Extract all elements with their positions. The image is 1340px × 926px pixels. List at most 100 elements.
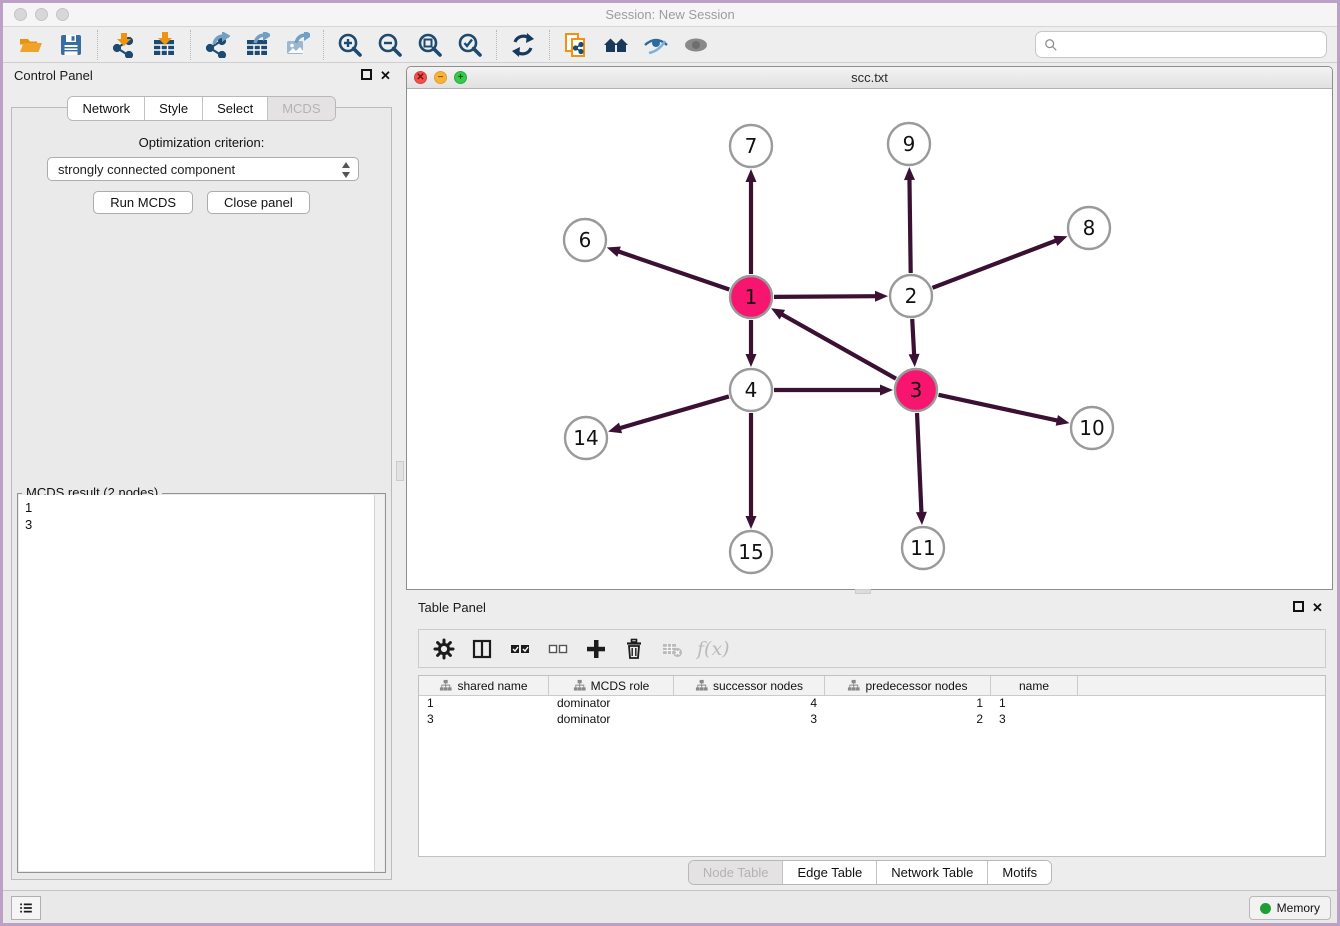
node-9[interactable]: 9 <box>888 123 930 165</box>
export-image-button[interactable] <box>277 29 317 61</box>
column-header-shared-name[interactable]: shared name <box>419 676 549 695</box>
column-header-MCDS-role[interactable]: MCDS role <box>549 676 674 695</box>
table-tab-node-table[interactable]: Node Table <box>689 861 784 884</box>
close-panel-button[interactable]: Close panel <box>207 191 310 214</box>
hide-details-button[interactable] <box>636 29 676 61</box>
column-header-name[interactable]: name <box>991 676 1078 695</box>
memory-button[interactable]: Memory <box>1249 896 1331 920</box>
node-11[interactable]: 11 <box>902 527 944 569</box>
table-tab-edge-table[interactable]: Edge Table <box>783 861 877 884</box>
search-box[interactable] <box>1035 31 1327 58</box>
criterion-select[interactable]: strongly connected component <box>47 157 359 181</box>
node-8[interactable]: 8 <box>1068 207 1110 249</box>
zoom-out-button[interactable] <box>370 29 410 61</box>
zoom-in-button[interactable] <box>330 29 370 61</box>
node-7[interactable]: 7 <box>730 125 772 167</box>
tab-style[interactable]: Style <box>145 97 203 120</box>
edge-1-4[interactable] <box>746 320 757 367</box>
deselect-all-button[interactable] <box>541 633 575 665</box>
edge-1-7[interactable] <box>746 169 757 274</box>
node-10[interactable]: 10 <box>1071 407 1113 449</box>
settings-button[interactable] <box>427 633 461 665</box>
node-3[interactable]: 3 <box>895 369 937 411</box>
node-15[interactable]: 15 <box>730 531 772 573</box>
table-tab-motifs[interactable]: Motifs <box>988 861 1051 884</box>
vertical-splitter[interactable] <box>396 461 404 481</box>
zoom-selected-button[interactable] <box>450 29 490 61</box>
edge-3-1[interactable] <box>771 308 896 378</box>
console-button[interactable] <box>11 896 41 920</box>
control-panel-tabs: NetworkStyleSelectMCDS <box>3 96 400 121</box>
export-network-button[interactable] <box>197 29 237 61</box>
column-label: successor nodes <box>713 679 803 693</box>
cell: dominator <box>549 712 674 728</box>
column-header-successor-nodes[interactable]: successor nodes <box>674 676 825 695</box>
add-button[interactable] <box>579 633 613 665</box>
export-table-button[interactable] <box>237 29 277 61</box>
table-float-icon[interactable] <box>1293 601 1304 612</box>
node-4[interactable]: 4 <box>730 369 772 411</box>
deselect-all-icon <box>547 638 569 660</box>
select-all-icon <box>509 638 531 660</box>
edge-4-14[interactable] <box>608 396 729 433</box>
svg-text:2: 2 <box>905 284 918 308</box>
node-table[interactable]: shared nameMCDS role successor nodes prede… <box>418 675 1326 857</box>
function-builder-icon: f(x) <box>697 638 730 660</box>
columns-button[interactable] <box>465 633 499 665</box>
delete-button[interactable] <box>617 633 651 665</box>
table-tabs: Node TableEdge TableNetwork TableMotifs <box>406 860 1334 885</box>
table-close-icon[interactable]: ✕ <box>1311 601 1324 614</box>
refresh-layout-button[interactable] <box>503 29 543 61</box>
search-input[interactable] <box>1064 36 1318 53</box>
node-14[interactable]: 14 <box>565 417 607 459</box>
tab-mcds[interactable]: MCDS <box>268 97 334 120</box>
attribute-type-icon <box>573 679 586 692</box>
table-tab-network-table[interactable]: Network Table <box>877 861 988 884</box>
edge-2-9[interactable] <box>904 167 915 273</box>
criterion-value: strongly connected component <box>58 162 235 177</box>
close-panel-icon[interactable]: ✕ <box>379 69 392 82</box>
edge-3-10[interactable] <box>938 395 1069 426</box>
clone-network-button[interactable] <box>556 29 596 61</box>
mcds-result-list[interactable]: 13 <box>19 495 374 871</box>
import-network-button[interactable] <box>104 29 144 61</box>
cell: 3 <box>991 712 1078 728</box>
home-button[interactable] <box>596 29 636 61</box>
toolbar-separator <box>549 30 550 60</box>
open-session-button[interactable] <box>11 29 51 61</box>
edge-4-3[interactable] <box>774 385 893 396</box>
table-header-row: shared nameMCDS role successor nodes prede… <box>419 676 1325 696</box>
edge-1-2[interactable] <box>774 291 888 302</box>
network-window-titlebar[interactable]: ✕ − + scc.txt <box>407 67 1332 89</box>
node-6[interactable]: 6 <box>564 219 606 261</box>
node-1[interactable]: 1 <box>730 276 772 318</box>
node-2[interactable]: 2 <box>890 275 932 317</box>
float-panel-icon[interactable] <box>361 69 372 80</box>
column-header-predecessor-nodes[interactable]: predecessor nodes <box>825 676 991 695</box>
edge-2-3[interactable] <box>909 319 920 367</box>
window-titlebar: Session: New Session <box>0 3 1340 27</box>
network-canvas[interactable]: 7 9 6 8 1 2 4 3 14 10 15 11 <box>407 89 1332 590</box>
save-session-button[interactable] <box>51 29 91 61</box>
select-all-button[interactable] <box>503 633 537 665</box>
function-builder-button: f(x) <box>693 633 730 665</box>
home-icon <box>603 32 629 58</box>
import-table-button[interactable] <box>144 29 184 61</box>
export-image-icon <box>284 32 310 58</box>
result-scrollbar[interactable] <box>374 495 384 871</box>
run-mcds-button[interactable]: Run MCDS <box>93 191 193 214</box>
tab-select[interactable]: Select <box>203 97 268 120</box>
zoom-fit-button[interactable] <box>410 29 450 61</box>
horizontal-splitter[interactable] <box>855 589 871 594</box>
tab-network[interactable]: Network <box>68 97 145 120</box>
table-row[interactable]: 3dominator323 <box>419 712 1325 728</box>
show-view-button[interactable] <box>676 29 716 61</box>
edge-4-15[interactable] <box>746 413 757 529</box>
edge-1-6[interactable] <box>607 246 729 289</box>
edge-3-11[interactable] <box>916 413 927 525</box>
network-window-title: scc.txt <box>407 70 1332 85</box>
edge-2-8[interactable] <box>932 236 1067 288</box>
table-row[interactable]: 1dominator411 <box>419 696 1325 712</box>
table-panel: Table Panel ✕ f(x) shared nameMCDS roles… <box>406 598 1334 888</box>
table-tab-group: Node TableEdge TableNetwork TableMotifs <box>688 860 1052 885</box>
